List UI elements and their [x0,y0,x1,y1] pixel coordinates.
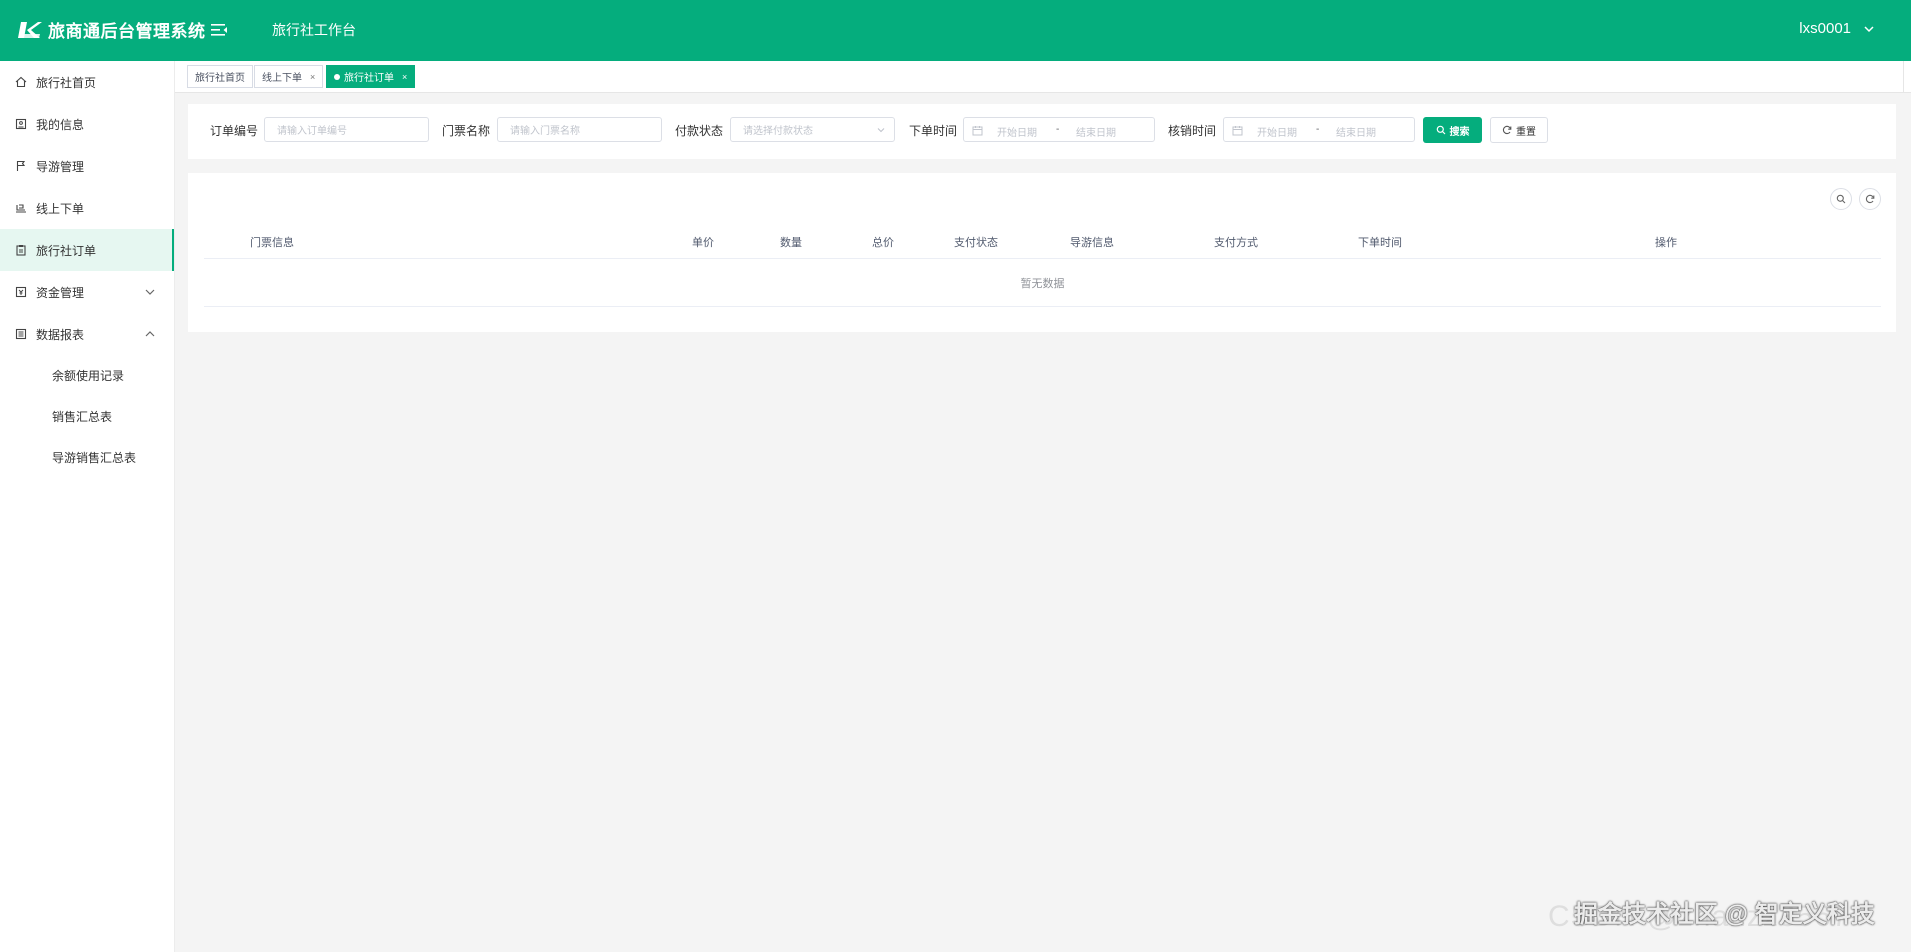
sidebar-item-agency-home[interactable]: 旅行社首页 [0,61,174,103]
refresh-icon [1502,125,1512,135]
range-separator: - [1056,124,1060,135]
sidebar-item-label: 旅行社订单 [36,243,97,258]
sidebar-item-agency-orders[interactable]: 旅行社订单 [0,229,174,271]
search-icon [1836,194,1846,204]
juejin-watermark: 掘金技术社区 @ 智定义科技 [1574,901,1875,928]
search-button[interactable]: 搜索 [1423,117,1482,143]
reset-button-label: 重置 [1516,126,1536,138]
sidebar-item-label: 我的信息 [36,117,85,132]
chevron-up-icon [145,331,155,337]
sidebar-item-funds[interactable]: 资金管理 [0,271,174,313]
search-icon [1436,125,1445,135]
column-header: 操作 [1655,237,1677,249]
column-header: 门票信息 [250,237,294,249]
tab-label: 旅行社订单 [344,73,394,84]
sidebar-item-online-order[interactable]: 线上下单 [0,187,174,229]
ticket-name-input[interactable]: 请输入门票名称 [497,117,662,142]
column-header: 导游信息 [1070,237,1114,249]
column-header: 数量 [780,237,802,249]
verify-time-end[interactable]: 结束日期 [1336,124,1376,139]
verify-time-label: 核销时间 [1168,124,1217,138]
sidebar-item-label: 资金管理 [36,285,85,300]
ticket-name-placeholder: 请输入门票名称 [510,126,580,137]
empty-text: 暂无数据 [1020,277,1065,290]
sidebar-item-my-info[interactable]: 我的信息 [0,103,174,145]
tab-agency-orders[interactable]: 旅行社订单 × [326,65,416,88]
sidebar-subitem-guide-sales-summary[interactable]: 导游销售汇总表 [0,437,174,478]
tab-label: 线上下单 [262,73,302,84]
funds-icon [14,285,28,299]
sidebar-subitem-sales-summary[interactable]: 销售汇总表 [0,396,174,437]
pay-status-label: 付款状态 [675,124,724,138]
table-empty-state: 暂无数据 [204,259,1881,307]
sidebar-item-label: 导游管理 [36,159,85,174]
sidebar-subitem-label: 销售汇总表 [52,410,113,424]
refresh-table-button[interactable] [1859,188,1881,210]
reset-button[interactable]: 重置 [1490,117,1548,143]
column-header: 支付方式 [1214,237,1258,249]
order-time-label: 下单时间 [909,124,958,138]
active-dot-icon [334,73,340,80]
workbench-title: 旅行社工作台 [272,22,356,38]
sidebar-subitem-balance-records[interactable]: 余额使用记录 [0,355,174,396]
sidebar-item-label: 数据报表 [36,327,85,342]
ticket-name-label: 门票名称 [442,124,491,138]
order-time-range[interactable]: 开始日期 - 结束日期 [963,117,1155,142]
pay-status-select[interactable]: 请选择付款状态 [730,117,895,142]
sidebar: 旅行社首页 我的信息 导游管理 线上下单 旅行社订单 资金管理 数据报表 余额使… [0,61,175,952]
order-no-placeholder: 请输入订单编号 [277,126,347,137]
chevron-down-icon [877,128,885,133]
tags-view-bar: 旅行社首页 线上下单 × 旅行社订单 × [175,61,1911,93]
order-time-end[interactable]: 结束日期 [1076,124,1116,139]
table-header: 门票信息 单价 数量 总价 支付状态 导游信息 支付方式 下单时间 操作 [204,223,1881,259]
sidebar-item-guide-management[interactable]: 导游管理 [0,145,174,187]
sidebar-item-label: 旅行社首页 [36,75,97,90]
order-no-label: 订单编号 [210,124,259,138]
flag-icon [14,159,28,173]
menu-fold-icon[interactable] [209,20,229,40]
orders-table-panel: 门票信息 单价 数量 总价 支付状态 导游信息 支付方式 下单时间 操作 暂无数… [188,173,1896,332]
tab-label: 旅行社首页 [195,73,245,84]
top-header: 旅商通后台管理系统 旅行社工作台 lxs0001 [0,0,1911,61]
close-icon[interactable]: × [402,72,407,82]
order-online-icon [14,201,28,215]
chevron-down-icon [145,289,155,295]
app-title: 旅商通后台管理系统 [48,22,206,41]
verify-time-range[interactable]: 开始日期 - 结束日期 [1223,117,1415,142]
column-header: 总价 [872,237,894,249]
toggle-search-button[interactable] [1830,188,1852,210]
verify-time-start[interactable]: 开始日期 [1257,124,1297,139]
profile-icon [14,117,28,131]
column-header: 下单时间 [1358,237,1402,249]
user-menu[interactable]: lxs0001 [1799,20,1875,37]
refresh-icon [1865,194,1875,204]
calendar-icon [972,126,983,136]
chevron-down-icon [1864,25,1874,32]
column-header: 单价 [692,237,714,249]
column-header: 支付状态 [954,237,998,249]
pay-status-placeholder: 请选择付款状态 [743,126,813,137]
sidebar-item-label: 线上下单 [36,201,85,216]
clipboard-icon [14,243,28,257]
search-button-label: 搜索 [1449,126,1470,138]
order-time-start[interactable]: 开始日期 [997,124,1037,139]
tabs-scrollbar[interactable] [1903,61,1911,93]
close-icon[interactable]: × [310,72,315,82]
tab-online-order[interactable]: 线上下单 × [254,65,324,88]
sidebar-subitem-label: 导游销售汇总表 [52,451,137,465]
logo-icon [18,21,42,38]
sidebar-subitem-label: 余额使用记录 [52,369,125,383]
home-icon [14,75,28,89]
username: lxs0001 [1799,20,1851,37]
app-logo[interactable]: 旅商通后台管理系统 [18,17,206,42]
range-separator: - [1316,124,1320,135]
calendar-icon [1232,126,1243,136]
sidebar-item-reports[interactable]: 数据报表 [0,313,174,355]
report-icon [14,327,28,341]
order-no-input[interactable]: 请输入订单编号 [264,117,429,142]
search-form: 订单编号 请输入订单编号 门票名称 请输入门票名称 付款状态 请选择付款状态 下… [188,104,1896,159]
tab-agency-home[interactable]: 旅行社首页 [187,65,253,88]
